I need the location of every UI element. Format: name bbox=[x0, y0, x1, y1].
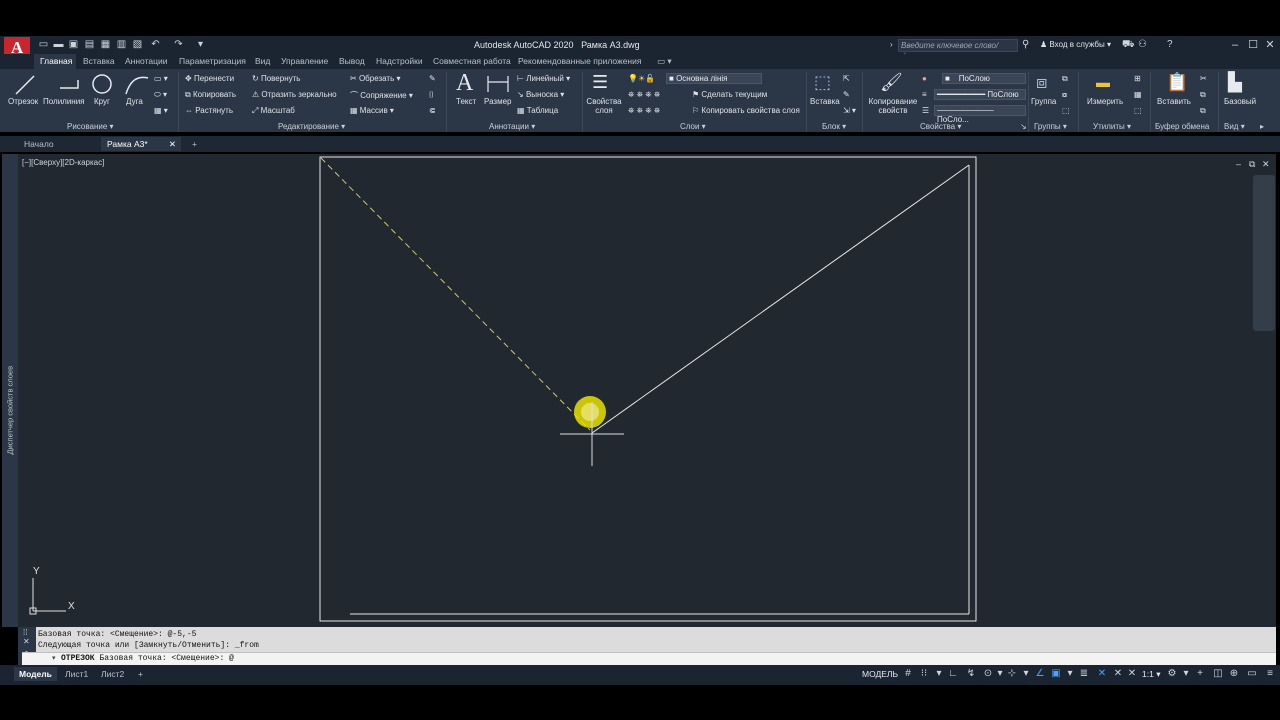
grip-icon[interactable]: ⁞⁞ bbox=[23, 628, 27, 637]
cursor-highlight-core bbox=[581, 403, 599, 421]
snap-icon[interactable]: ⁝⁝ bbox=[918, 668, 930, 679]
workspace-dropdown-icon[interactable]: ▾ bbox=[1180, 668, 1192, 679]
command-recent-icon[interactable]: ▾ bbox=[52, 654, 56, 662]
customize-status-icon[interactable]: ≡ bbox=[1264, 668, 1276, 679]
otrack-dropdown-icon[interactable]: ▾ bbox=[1020, 668, 1032, 679]
osnap-frame-icon[interactable]: ▣ bbox=[1050, 668, 1062, 679]
drawing-geometry bbox=[29, 156, 977, 622]
iso-dropdown-icon[interactable]: ▾ bbox=[994, 668, 1006, 679]
snap-dropdown-icon[interactable]: ▾ bbox=[933, 668, 945, 679]
command-prompt: ОТРЕЗОК Базовая точка: <Смещение>: @ bbox=[61, 654, 234, 663]
command-close-icon[interactable]: ✕ bbox=[23, 637, 30, 646]
osnap-icon[interactable]: ∠ bbox=[1034, 668, 1046, 679]
layout-tab-sheet1[interactable]: Лист1 bbox=[60, 667, 93, 681]
layout-tab-model[interactable]: Модель bbox=[14, 667, 57, 681]
command-history-line-2: Следующая точка или [Замкнуть/Отменить]:… bbox=[38, 641, 259, 650]
ucs-x-label: X bbox=[68, 601, 75, 612]
model-space-button[interactable]: МОДЕЛЬ bbox=[862, 669, 898, 679]
outer-frame-rect bbox=[319, 156, 977, 622]
annotation-auto-icon[interactable]: ✕ bbox=[1126, 668, 1138, 679]
annotation-scale-dropdown[interactable]: 1:1 ▾ bbox=[1142, 669, 1160, 680]
clean-screen-icon[interactable]: ▭ bbox=[1246, 668, 1258, 679]
lineweight-toggle-icon[interactable]: ≣ bbox=[1078, 668, 1090, 679]
workspace-gear-icon[interactable]: ⚙ bbox=[1166, 668, 1178, 679]
isodraft-icon[interactable]: ⊙ bbox=[982, 668, 994, 679]
from-tracking-line bbox=[320, 157, 591, 431]
isolate-icon[interactable]: ◫ bbox=[1212, 668, 1224, 679]
annotation-visibility-icon[interactable]: ✕ bbox=[1112, 668, 1124, 679]
command-history-line-1: Базовая точка: <Смещение>: @-5,-5 bbox=[38, 630, 197, 639]
otrack-icon[interactable]: ⊹ bbox=[1006, 668, 1018, 679]
osnap-dropdown-icon[interactable]: ▾ bbox=[1064, 668, 1076, 679]
hardware-accel-icon[interactable]: ⊕ bbox=[1228, 668, 1240, 679]
polar-icon[interactable]: ↯ bbox=[965, 668, 977, 679]
add-layout-button[interactable]: + bbox=[133, 667, 148, 681]
drawn-line-segment bbox=[591, 164, 970, 434]
annotation-scale-icon[interactable]: ✕ bbox=[1096, 668, 1108, 679]
ortho-icon[interactable]: ∟ bbox=[947, 668, 959, 679]
ucs-y-label: Y bbox=[33, 566, 40, 577]
grid-icon[interactable]: # bbox=[902, 668, 914, 679]
units-plus-icon[interactable]: + bbox=[1194, 668, 1206, 679]
layout-tab-sheet2[interactable]: Лист2 bbox=[96, 667, 129, 681]
